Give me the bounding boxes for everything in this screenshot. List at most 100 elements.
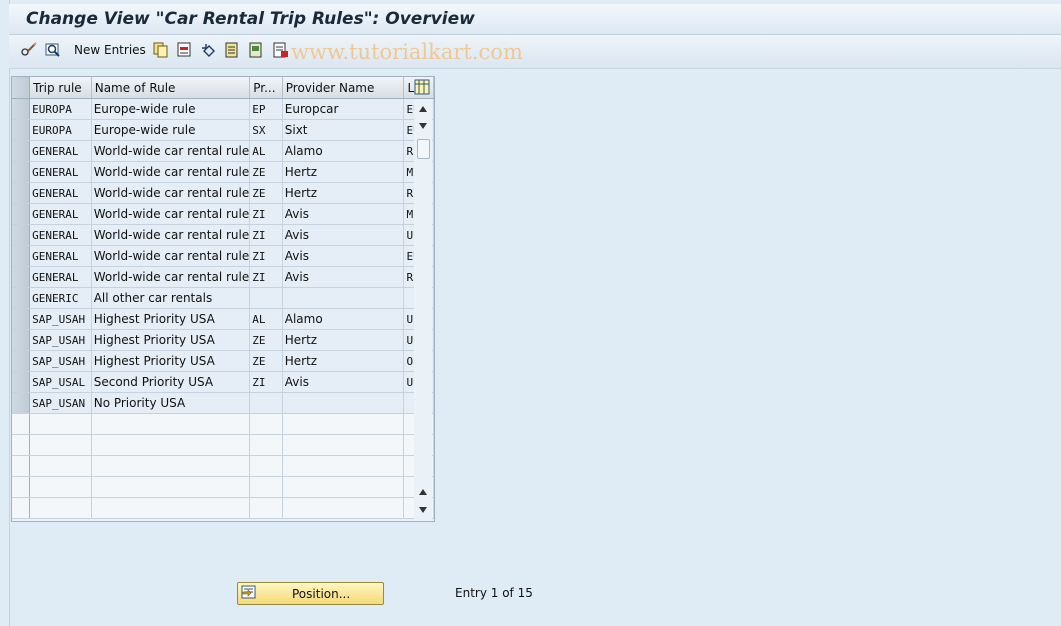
- table-row[interactable]: SAP_USAN No Priority USA: [12, 392, 434, 414]
- cell-name-of-rule[interactable]: [91, 476, 251, 498]
- cell-provider[interactable]: SX: [249, 119, 283, 141]
- cell-provider[interactable]: [249, 413, 283, 435]
- scroll-page-down-icon[interactable]: [419, 507, 427, 513]
- cell-provider-name[interactable]: Avis: [282, 203, 405, 225]
- delete-icon[interactable]: [177, 42, 193, 58]
- row-selector[interactable]: [12, 245, 31, 267]
- cell-provider[interactable]: ZE: [249, 182, 283, 204]
- cell-trip-rule[interactable]: SAP_USAH: [29, 308, 92, 330]
- row-selector[interactable]: [12, 392, 31, 414]
- cell-provider[interactable]: AL: [249, 140, 283, 162]
- cell-name-of-rule[interactable]: Europe-wide rule: [91, 119, 251, 141]
- row-selector[interactable]: [12, 371, 31, 393]
- cell-name-of-rule[interactable]: World-wide car rental rule: [91, 266, 251, 288]
- cell-trip-rule[interactable]: [29, 497, 92, 519]
- cell-trip-rule[interactable]: [29, 413, 92, 435]
- cell-provider-name[interactable]: Avis: [282, 224, 405, 246]
- cell-name-of-rule[interactable]: [91, 413, 251, 435]
- row-selector[interactable]: [12, 224, 31, 246]
- undo-icon[interactable]: [201, 42, 217, 58]
- row-selector[interactable]: [12, 434, 31, 456]
- cell-trip-rule[interactable]: EUROPA: [29, 119, 92, 141]
- cell-trip-rule[interactable]: [29, 455, 92, 477]
- cell-trip-rule[interactable]: EUROPA: [29, 98, 92, 120]
- column-header-name-of-rule[interactable]: Name of Rule: [91, 77, 251, 99]
- cell-provider-name[interactable]: Hertz: [282, 329, 405, 351]
- cell-provider[interactable]: [249, 287, 283, 309]
- deselect-all-icon[interactable]: [273, 42, 289, 58]
- table-row[interactable]: GENERIC All other car rentals: [12, 287, 434, 309]
- row-selector[interactable]: [12, 203, 31, 225]
- cell-name-of-rule[interactable]: World-wide car rental rule: [91, 182, 251, 204]
- cell-trip-rule[interactable]: SAP_USAL: [29, 371, 92, 393]
- cell-name-of-rule[interactable]: [91, 455, 251, 477]
- row-selector[interactable]: [12, 455, 31, 477]
- cell-provider[interactable]: ZE: [249, 350, 283, 372]
- cell-name-of-rule[interactable]: Highest Priority USA: [91, 308, 251, 330]
- cell-trip-rule[interactable]: GENERAL: [29, 224, 92, 246]
- cell-trip-rule[interactable]: GENERAL: [29, 245, 92, 267]
- cell-provider-name[interactable]: [282, 392, 405, 414]
- cell-trip-rule[interactable]: [29, 434, 92, 456]
- scrollbar-thumb[interactable]: [417, 139, 430, 159]
- cell-provider-name[interactable]: Avis: [282, 245, 405, 267]
- scroll-down-icon[interactable]: [419, 123, 427, 129]
- cell-provider-name[interactable]: [282, 287, 405, 309]
- cell-provider[interactable]: AL: [249, 308, 283, 330]
- table-row[interactable]: SAP_USAHHighest Priority USAZEHertzUS: [12, 329, 434, 351]
- column-header-provider-name[interactable]: Provider Name: [282, 77, 405, 99]
- glasses-pencil-icon[interactable]: [21, 42, 37, 58]
- cell-name-of-rule[interactable]: Highest Priority USA: [91, 350, 251, 372]
- select-all-icon[interactable]: [225, 42, 241, 58]
- cell-provider-name[interactable]: Hertz: [282, 350, 405, 372]
- position-button[interactable]: Position...: [237, 582, 384, 605]
- copy-icon[interactable]: [153, 42, 169, 58]
- cell-provider-name[interactable]: Sixt: [282, 119, 405, 141]
- table-row[interactable]: GENERALWorld-wide car rental ruleZIAvisU…: [12, 224, 434, 246]
- row-selector[interactable]: [12, 350, 31, 372]
- table-row[interactable]: GENERALWorld-wide car rental ruleZIAvisR…: [12, 266, 434, 288]
- cell-provider-name[interactable]: Hertz: [282, 161, 405, 183]
- select-all-header[interactable]: [12, 77, 31, 99]
- table-row[interactable]: [12, 455, 434, 477]
- cell-trip-rule[interactable]: GENERAL: [29, 161, 92, 183]
- row-selector[interactable]: [12, 119, 31, 141]
- row-selector[interactable]: [12, 476, 31, 498]
- other-view-icon[interactable]: [45, 42, 61, 58]
- cell-trip-rule[interactable]: [29, 476, 92, 498]
- table-settings-icon[interactable]: [414, 79, 430, 95]
- row-selector[interactable]: [12, 413, 31, 435]
- cell-provider[interactable]: EP: [249, 98, 283, 120]
- cell-provider-name[interactable]: Alamo: [282, 308, 405, 330]
- table-row[interactable]: [12, 476, 434, 498]
- table-row[interactable]: GENERALWorld-wide car rental ruleZIAvisE…: [12, 245, 434, 267]
- cell-provider-name[interactable]: Avis: [282, 371, 405, 393]
- cell-name-of-rule[interactable]: Highest Priority USA: [91, 329, 251, 351]
- cell-name-of-rule[interactable]: World-wide car rental rule: [91, 224, 251, 246]
- row-selector[interactable]: [12, 182, 31, 204]
- cell-provider-name[interactable]: [282, 455, 405, 477]
- cell-name-of-rule[interactable]: Second Priority USA: [91, 371, 251, 393]
- cell-provider-name[interactable]: [282, 413, 405, 435]
- cell-provider-name[interactable]: Avis: [282, 266, 405, 288]
- cell-provider[interactable]: ZI: [249, 224, 283, 246]
- row-selector[interactable]: [12, 497, 31, 519]
- cell-provider-name[interactable]: Alamo: [282, 140, 405, 162]
- table-row[interactable]: SAP_USAHHighest Priority USAALAlamoU...: [12, 308, 434, 330]
- row-selector[interactable]: [12, 140, 31, 162]
- table-row[interactable]: GENERAL World-wide car rental rule AL Alamo…: [12, 140, 434, 162]
- table-row[interactable]: EUROPAEurope-wide ruleEPEuropcarEU: [12, 98, 434, 120]
- cell-provider[interactable]: [249, 476, 283, 498]
- cell-provider[interactable]: ZE: [249, 161, 283, 183]
- table-row[interactable]: [12, 434, 434, 456]
- cell-name-of-rule[interactable]: No Priority USA: [91, 392, 251, 414]
- cell-provider[interactable]: [249, 434, 283, 456]
- row-selector[interactable]: [12, 329, 31, 351]
- table-row[interactable]: SAP_USAHHighest Priority USAZEHertzO...: [12, 350, 434, 372]
- cell-provider[interactable]: [249, 392, 283, 414]
- cell-trip-rule[interactable]: GENERAL: [29, 140, 92, 162]
- cell-provider-name[interactable]: Hertz: [282, 182, 405, 204]
- cell-provider-name[interactable]: [282, 497, 405, 519]
- column-header-provider[interactable]: Pr...: [249, 77, 283, 99]
- cell-name-of-rule[interactable]: [91, 434, 251, 456]
